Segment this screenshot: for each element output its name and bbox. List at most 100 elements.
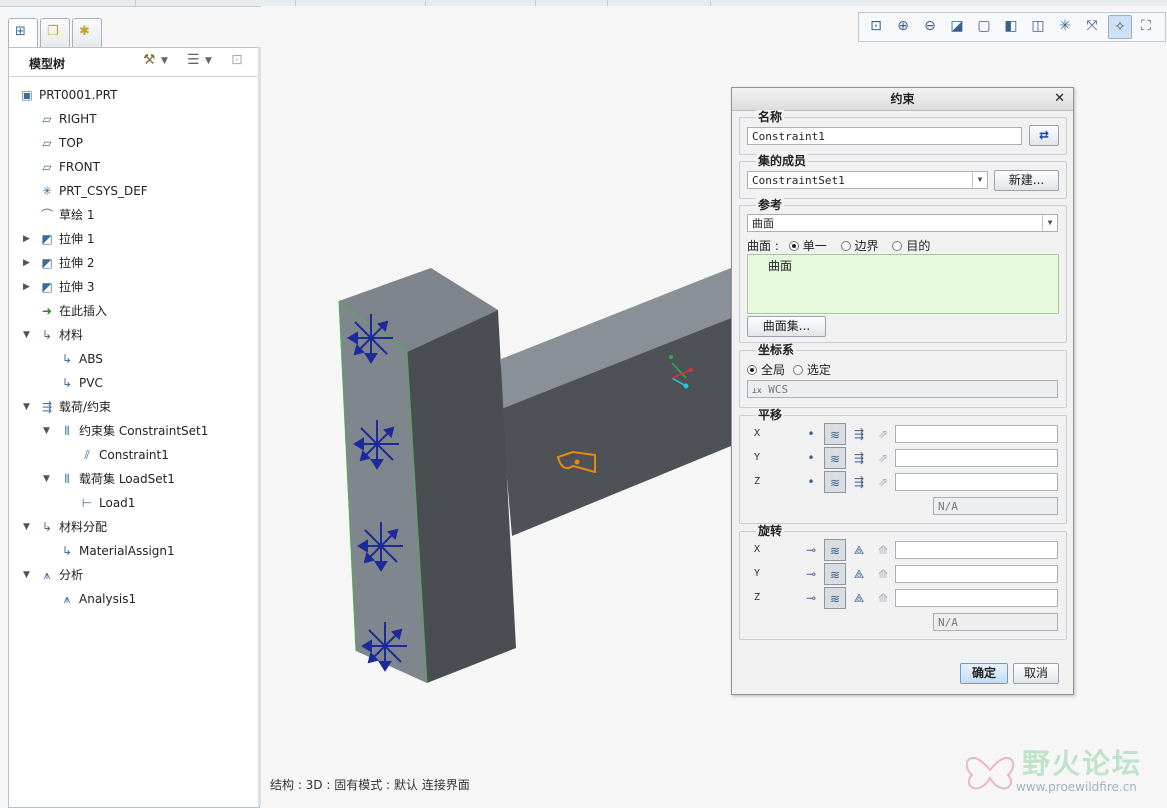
translation-free-button[interactable]: • <box>800 471 822 493</box>
tree-node[interactable]: ▱ FRONT <box>39 156 100 178</box>
tree-node[interactable]: ▣ PRT0001.PRT <box>19 84 117 106</box>
spin-center-icon[interactable]: ⤧ <box>1081 15 1103 37</box>
tree-node[interactable]: ▼ ↳ 材料分配 <box>23 516 107 538</box>
surface-sets-button[interactable]: 曲面集... <box>747 316 826 337</box>
translation-prescribed-button[interactable]: ⇶ <box>848 471 870 493</box>
rotation-function-button[interactable]: ⟰ <box>872 563 894 585</box>
translation-free-button[interactable]: • <box>800 423 822 445</box>
ok-button[interactable]: 确定 <box>960 663 1008 684</box>
tree-node[interactable]: ▶ ◩ 拉伸 1 <box>23 228 94 250</box>
translation-value-field[interactable] <box>895 449 1058 467</box>
tree-node[interactable]: ▱ RIGHT <box>39 108 96 130</box>
dialog-title-bar[interactable]: 约束 ✕ <box>732 88 1073 111</box>
tree-node[interactable]: ⌒ 草绘 1 <box>39 204 94 226</box>
rotation-free-button[interactable]: ⊸ <box>800 587 822 609</box>
tree-node[interactable]: ✳ PRT_CSYS_DEF <box>39 180 148 202</box>
rotation-fixed-button[interactable]: ≋ <box>824 563 846 585</box>
simulation-display-icon[interactable]: ⛶ <box>1135 15 1157 37</box>
collapse-icon[interactable]: ▼ <box>23 396 30 418</box>
tree-node[interactable]: ↳ PVC <box>59 372 103 394</box>
cancel-button[interactable]: 取消 <box>1013 663 1059 684</box>
collapse-icon[interactable]: ▼ <box>23 324 30 346</box>
tree-filter-icon[interactable]: ⊡ <box>231 52 243 68</box>
collapse-icon[interactable]: ▼ <box>43 420 50 442</box>
chevron-down-icon[interactable]: ▼ <box>205 56 212 66</box>
translation-prescribed-button[interactable]: ⇶ <box>848 447 870 469</box>
tree-node[interactable]: ↳ ABS <box>59 348 103 370</box>
translation-fixed-button[interactable]: ≋ <box>824 423 846 445</box>
translation-function-button[interactable]: ⇗ <box>872 423 894 445</box>
view-manager-icon[interactable]: ◫ <box>1027 15 1049 37</box>
reference-type-value: 曲面 <box>752 217 774 230</box>
expand-icon[interactable]: ▶ <box>23 228 30 250</box>
zoom-out-icon[interactable]: ⊖ <box>919 15 941 37</box>
tree-node[interactable]: ▼ ⫴ 载荷集 LoadSet1 <box>43 468 175 490</box>
rotation-free-button[interactable]: ⊸ <box>800 539 822 561</box>
collapse-icon[interactable]: ▼ <box>23 516 30 538</box>
translation-fixed-button[interactable]: ≋ <box>824 447 846 469</box>
radio-selected[interactable]: 选定 <box>792 363 831 377</box>
radio-single[interactable]: 单一 <box>788 239 827 253</box>
collapse-icon[interactable]: ▼ <box>23 564 30 586</box>
tree-node[interactable]: ⩚ Analysis1 <box>59 588 136 610</box>
rotation-function-button[interactable]: ⟰ <box>872 539 894 561</box>
tree-node[interactable]: ▶ ◩ 拉伸 2 <box>23 252 94 274</box>
rotation-fixed-button[interactable]: ≋ <box>824 539 846 561</box>
translation-function-button[interactable]: ⇗ <box>872 447 894 469</box>
reference-list-item[interactable]: 曲面 <box>768 257 792 274</box>
translation-function-button[interactable]: ⇗ <box>872 471 894 493</box>
constraint-set-select[interactable]: ConstraintSet1 ▼ <box>747 171 988 189</box>
tree-settings-icon[interactable]: ⚒ <box>143 52 156 68</box>
new-set-button[interactable]: 新建... <box>994 170 1059 191</box>
tree-node[interactable]: ➜ 在此插入 <box>39 300 107 322</box>
radio-global[interactable]: 全局 <box>747 363 785 377</box>
close-icon[interactable]: ✕ <box>1054 88 1065 110</box>
appearance-button[interactable]: ⇄ <box>1029 125 1059 146</box>
translation-fixed-button[interactable]: ≋ <box>824 471 846 493</box>
zoom-fit-icon[interactable]: ⊡ <box>865 15 887 37</box>
rotation-value-field[interactable] <box>895 541 1058 559</box>
chevron-down-icon[interactable]: ▼ <box>161 56 168 66</box>
radio-intent[interactable]: 目的 <box>892 239 930 253</box>
tree-node[interactable]: ▼ ⫴ 约束集 ConstraintSet1 <box>43 420 208 442</box>
translation-value-field[interactable] <box>895 425 1058 443</box>
rotation-prescribed-button[interactable]: ⟁ <box>848 539 870 561</box>
annotation-display-icon[interactable]: ✧ <box>1108 15 1132 39</box>
tree-node[interactable]: ▼ ↳ 材料 <box>23 324 83 346</box>
tree-node[interactable]: ⫽ Constraint1 <box>79 444 169 466</box>
references-list[interactable]: 曲面 <box>747 254 1059 314</box>
saved-views-icon[interactable]: ◧ <box>1000 15 1022 37</box>
model-tree-tab[interactable]: ⊞ <box>8 18 38 49</box>
favorites-tab[interactable]: ✱ <box>72 18 102 47</box>
rotation-value-field[interactable] <box>895 565 1058 583</box>
translation-free-button[interactable]: • <box>800 447 822 469</box>
collapse-icon[interactable]: ▼ <box>43 468 50 490</box>
datum-display-icon[interactable]: ✳ <box>1054 15 1076 37</box>
rotation-prescribed-button[interactable]: ⟁ <box>848 563 870 585</box>
expand-icon[interactable]: ▶ <box>23 252 30 274</box>
tree-node[interactable]: ⊢ Load1 <box>79 492 136 514</box>
tree-node[interactable]: ▶ ◩ 拉伸 3 <box>23 276 94 298</box>
chevron-down-icon[interactable]: ▼ <box>1042 215 1057 231</box>
name-field[interactable]: Constraint1 <box>747 127 1022 145</box>
rotation-prescribed-button[interactable]: ⟁ <box>848 587 870 609</box>
rotation-function-button[interactable]: ⟰ <box>872 587 894 609</box>
tree-node[interactable]: ▱ TOP <box>39 132 83 154</box>
tree-node[interactable]: ▼ ⩚ 分析 <box>23 564 83 586</box>
tree-node[interactable]: ↳ MaterialAssign1 <box>59 540 175 562</box>
display-style-icon[interactable]: ▢ <box>973 15 995 37</box>
reference-type-select[interactable]: 曲面 ▼ <box>747 214 1058 232</box>
expand-icon[interactable]: ▶ <box>23 276 30 298</box>
rotation-free-button[interactable]: ⊸ <box>800 563 822 585</box>
zoom-in-icon[interactable]: ⊕ <box>892 15 914 37</box>
tree-node[interactable]: ▼ ⇶ 载荷/约束 <box>23 396 111 418</box>
rotation-fixed-button[interactable]: ≋ <box>824 587 846 609</box>
rotation-value-field[interactable] <box>895 589 1058 607</box>
tree-columns-icon[interactable]: ☰ <box>187 52 200 68</box>
translation-prescribed-button[interactable]: ⇶ <box>848 423 870 445</box>
translation-value-field[interactable] <box>895 473 1058 491</box>
radio-boundary[interactable]: 边界 <box>840 239 879 253</box>
layer-tree-tab[interactable]: ❐ <box>40 18 70 47</box>
chevron-down-icon[interactable]: ▼ <box>972 172 987 188</box>
repaint-icon[interactable]: ◪ <box>946 15 968 37</box>
